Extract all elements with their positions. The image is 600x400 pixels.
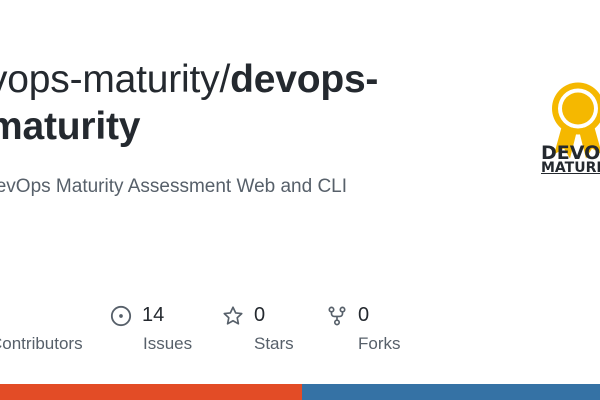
- contributors-label: Contributors: [0, 334, 83, 353]
- language-bar-segment-2: [302, 384, 600, 400]
- language-bar-segment-1: [0, 384, 302, 400]
- repo-name-cont: aturity: [22, 105, 141, 148]
- fork-icon: [328, 306, 346, 326]
- stars-label: Stars: [254, 334, 294, 353]
- star-icon: [223, 306, 243, 325]
- issues-label: Issues: [143, 334, 193, 353]
- repo-title[interactable]: vops-maturity/devops-maturity: [0, 56, 508, 150]
- issue-icon: [110, 305, 132, 327]
- forks-count: 0: [358, 304, 370, 326]
- logo-text-maturity: MATURITY: [541, 160, 600, 176]
- issues-count: 14: [142, 304, 165, 326]
- stars-count: 0: [254, 304, 266, 326]
- repo-description: DevOps Maturity Assessment Web and CLI: [0, 176, 348, 197]
- forks-label: Forks: [358, 334, 401, 353]
- repo-owner[interactable]: vops-maturity/: [0, 58, 230, 101]
